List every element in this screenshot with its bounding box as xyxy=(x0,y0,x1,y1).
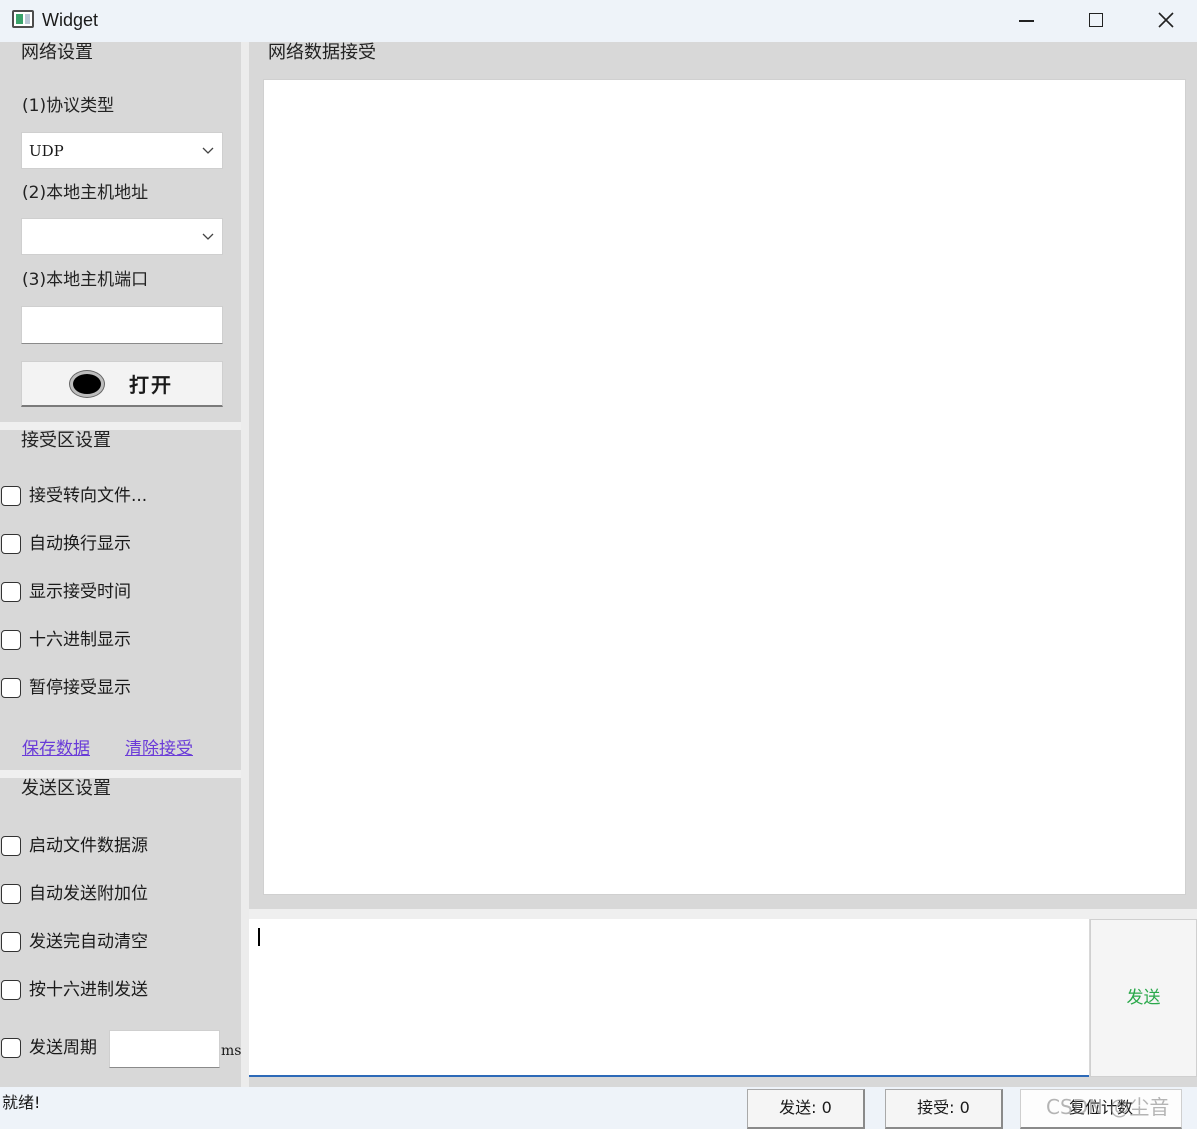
checkbox-label: 按十六进制发送 xyxy=(29,980,148,1000)
open-button[interactable]: 打开 xyxy=(21,361,223,407)
close-button[interactable] xyxy=(1131,0,1197,40)
chevron-down-icon xyxy=(202,147,214,154)
window-title: Widget xyxy=(42,10,99,30)
checkbox-icon xyxy=(1,1038,21,1058)
checkbox-icon xyxy=(1,486,21,506)
checkbox-pause-display[interactable]: 暂停接受显示 xyxy=(1,676,221,702)
maximize-icon xyxy=(1089,13,1103,27)
receive-settings-title: 接受区设置 xyxy=(21,430,111,451)
checkbox-icon xyxy=(1,582,21,602)
checkbox-icon xyxy=(1,932,21,952)
close-icon xyxy=(1158,12,1174,28)
host-port-label: (3)本地主机端口 xyxy=(22,270,149,290)
checkbox-label: 暂停接受显示 xyxy=(29,678,131,698)
checkbox-hex-display[interactable]: 十六进制显示 xyxy=(1,628,221,654)
network-settings-title: 网络设置 xyxy=(21,42,93,63)
minimize-icon xyxy=(1019,20,1034,22)
host-port-input[interactable] xyxy=(21,306,223,344)
checkbox-icon xyxy=(1,884,21,904)
received-counter-label: 接受: 0 xyxy=(917,1098,970,1117)
checkbox-hex-send[interactable]: 按十六进制发送 xyxy=(1,978,221,1004)
send-text-input[interactable] xyxy=(249,919,1089,1077)
sent-counter: 发送: 0 xyxy=(747,1089,865,1129)
status-led-icon xyxy=(70,371,104,397)
sent-counter-label: 发送: 0 xyxy=(779,1098,832,1117)
maximize-button[interactable] xyxy=(1061,0,1131,40)
checkbox-label: 显示接受时间 xyxy=(29,582,131,602)
text-caret xyxy=(258,928,260,946)
protocol-select[interactable]: UDP xyxy=(21,132,223,169)
host-address-select[interactable] xyxy=(21,218,223,255)
checkbox-label: 自动换行显示 xyxy=(29,534,131,554)
app-window-icon xyxy=(12,10,34,28)
checkbox-auto-append-bits[interactable]: 自动发送附加位 xyxy=(1,882,221,908)
chevron-down-icon xyxy=(202,233,214,240)
receive-text-area[interactable] xyxy=(263,79,1186,895)
checkbox-icon xyxy=(1,980,21,1000)
send-period-unit: ms xyxy=(221,1043,242,1059)
status-text: 就绪! xyxy=(2,1093,41,1112)
protocol-label: (1)协议类型 xyxy=(22,96,115,116)
send-button-label: 发送 xyxy=(1126,988,1161,1008)
checkbox-label: 接受转向文件... xyxy=(29,486,148,506)
clear-receive-link[interactable]: 清除接受 xyxy=(125,738,193,760)
checkbox-icon xyxy=(1,836,21,856)
checkbox-file-data-source[interactable]: 启动文件数据源 xyxy=(1,834,221,860)
send-button[interactable]: 发送 xyxy=(1090,919,1197,1077)
checkbox-icon xyxy=(1,678,21,698)
checkbox-show-receive-time[interactable]: 显示接受时间 xyxy=(1,580,221,606)
status-bar xyxy=(0,1087,1197,1129)
panel-divider xyxy=(249,909,1197,919)
checkbox-label: 发送周期 xyxy=(29,1038,97,1058)
checkbox-send-period[interactable]: 发送周期 xyxy=(1,1036,106,1062)
minimize-button[interactable] xyxy=(992,0,1062,40)
send-settings-title: 发送区设置 xyxy=(21,778,111,799)
received-counter: 接受: 0 xyxy=(885,1089,1003,1129)
save-data-link[interactable]: 保存数据 xyxy=(22,738,90,760)
checkbox-label: 发送完自动清空 xyxy=(29,932,148,952)
open-button-label: 打开 xyxy=(129,373,173,397)
checkbox-label: 启动文件数据源 xyxy=(29,836,148,856)
checkbox-label: 自动发送附加位 xyxy=(29,884,148,904)
column-splitter xyxy=(241,42,249,1087)
checkbox-icon xyxy=(1,630,21,650)
checkbox-auto-wrap[interactable]: 自动换行显示 xyxy=(1,532,221,558)
checkbox-icon xyxy=(1,534,21,554)
checkbox-receive-to-file[interactable]: 接受转向文件... xyxy=(1,484,221,510)
protocol-value: UDP xyxy=(29,142,64,160)
watermark-text: CSDN @尘音 xyxy=(1046,1095,1170,1119)
host-address-label: (2)本地主机地址 xyxy=(22,183,149,203)
checkbox-label: 十六进制显示 xyxy=(29,630,131,650)
send-period-input[interactable] xyxy=(109,1030,220,1068)
receive-panel-title: 网络数据接受 xyxy=(268,42,376,63)
checkbox-clear-after-send[interactable]: 发送完自动清空 xyxy=(1,930,221,956)
